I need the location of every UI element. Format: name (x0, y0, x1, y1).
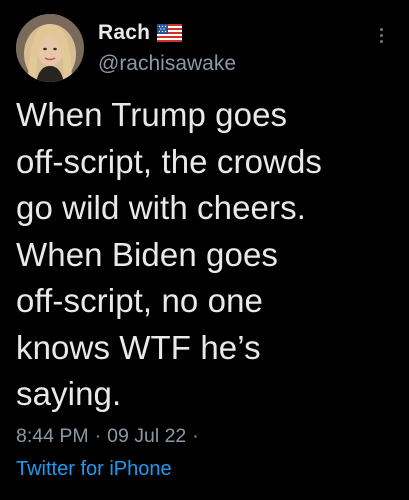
tweet-timestamp[interactable]: 8:44 PM · 09 Jul 22 · (16, 425, 205, 448)
meta-separator: · (94, 425, 102, 447)
name-row: Rach (98, 20, 236, 46)
tweet-card: Rach @rachisawake When Trump goes off-sc… (0, 0, 409, 500)
tweet-date: 09 Jul 22 (107, 425, 187, 447)
tweet-text-line: When Biden goes (16, 235, 279, 273)
us-flag-icon (157, 24, 183, 42)
avatar[interactable] (16, 14, 84, 82)
meta-separator: · (192, 425, 199, 447)
user-handle[interactable]: @rachisawake (98, 52, 236, 76)
tweet-text-line: go wild with cheers. (16, 189, 306, 226)
author-block: Rach @rachisawake (98, 20, 236, 76)
tweet-text-line: off-script, no one (16, 282, 263, 319)
avatar-image (16, 14, 84, 82)
tweet-text-line: When Trump goes (16, 96, 288, 133)
tweet-source-link[interactable]: Twitter for iPhone (16, 458, 172, 481)
tweet-text-line: off-script, the crowds (16, 142, 323, 180)
tweet-text: When Trump goes off-script, the crowds g… (16, 92, 401, 418)
display-name[interactable]: Rach (98, 21, 150, 45)
more-vertical-icon[interactable] (377, 28, 385, 48)
tweet-text-line: knows WTF he’s (16, 328, 261, 366)
tweet-time: 8:44 PM (16, 425, 89, 447)
tweet-text-line: saying. (16, 375, 122, 412)
